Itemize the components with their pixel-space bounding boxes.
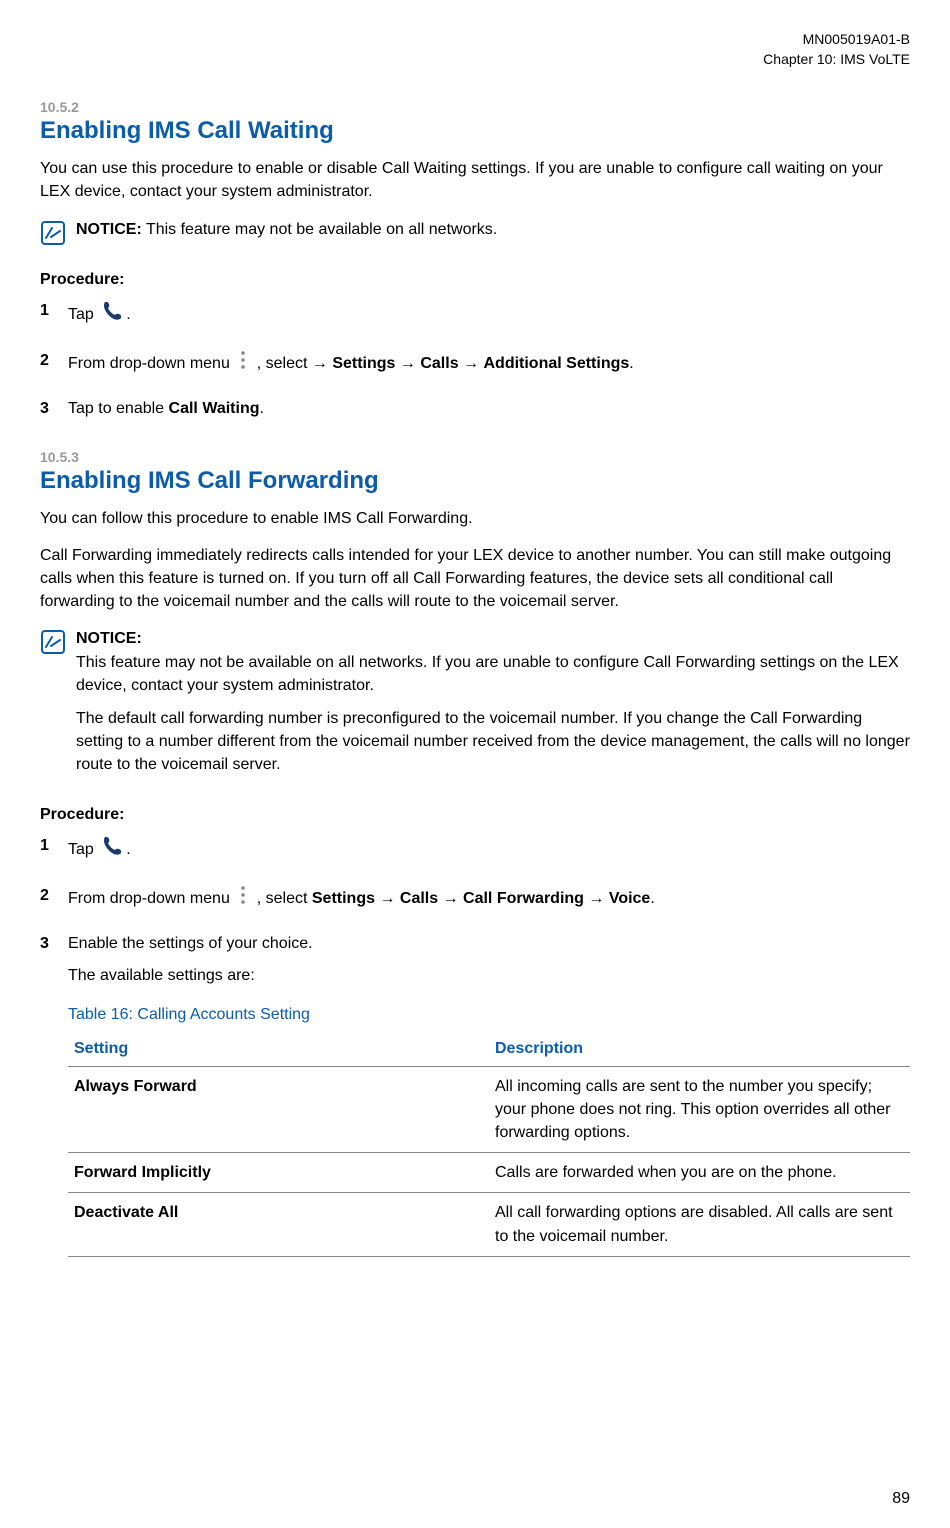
- table-caption: Table 16: Calling Accounts Setting: [68, 1006, 910, 1024]
- table-header-description: Description: [489, 1032, 910, 1067]
- procedure-list-2: 1 Tap . 2 From drop-down menu , select S…: [40, 834, 910, 987]
- section-heading-2: Enabling IMS Call Forwarding: [40, 467, 910, 495]
- notice-label: NOTICE:: [76, 630, 142, 647]
- proc-step-1: 1 Tap .: [40, 299, 910, 331]
- phone-icon: [100, 299, 124, 331]
- notice-icon: [40, 629, 66, 660]
- intro-text-2a: You can follow this procedure to enable …: [40, 507, 910, 530]
- proc-step-3-sub: The available settings are:: [68, 964, 910, 987]
- notice-block-1: NOTICE: This feature may not be availabl…: [40, 218, 910, 251]
- table-header-setting: Setting: [68, 1032, 489, 1067]
- overflow-menu-icon: [236, 349, 250, 379]
- procedure-label-1: Procedure:: [40, 271, 910, 289]
- intro-text-2b: Call Forwarding immediately redirects ca…: [40, 544, 910, 614]
- notice-text: This feature may not be available on all…: [142, 221, 497, 238]
- notice-label: NOTICE:: [76, 221, 142, 238]
- procedure-label-2: Procedure:: [40, 806, 910, 824]
- proc-step-3b: 3 Enable the settings of your choice. Th…: [40, 932, 910, 987]
- table-row: Forward Implicitly Calls are forwarded w…: [68, 1153, 910, 1193]
- proc-step-3: 3 Tap to enable Call Waiting.: [40, 397, 910, 421]
- proc-step-1b: 1 Tap .: [40, 834, 910, 866]
- notice-icon: [40, 220, 66, 251]
- table-row: Deactivate All All call forwarding optio…: [68, 1193, 910, 1256]
- section-number-2: 10.5.3: [40, 449, 910, 465]
- proc-step-2b: 2 From drop-down menu , select Settings …: [40, 884, 910, 914]
- overflow-menu-icon: [236, 884, 250, 914]
- section-heading-1: Enabling IMS Call Waiting: [40, 117, 910, 145]
- doc-header: MN005019A01-B Chapter 10: IMS VoLTE: [40, 30, 910, 69]
- notice-p2: The default call forwarding number is pr…: [76, 707, 910, 777]
- table-row: Always Forward All incoming calls are se…: [68, 1066, 910, 1153]
- settings-table: Setting Description Always Forward All i…: [68, 1032, 910, 1257]
- chapter-label: Chapter 10: IMS VoLTE: [40, 50, 910, 70]
- page-number: 89: [892, 1490, 910, 1508]
- doc-id: MN005019A01-B: [40, 30, 910, 50]
- notice-p1: This feature may not be available on all…: [76, 654, 899, 694]
- phone-icon: [100, 834, 124, 866]
- intro-text-1: You can use this procedure to enable or …: [40, 157, 910, 203]
- notice-block-2: NOTICE: This feature may not be available…: [40, 627, 910, 786]
- proc-step-2: 2 From drop-down menu , select → Setting…: [40, 349, 910, 379]
- procedure-list-1: 1 Tap . 2 From drop-down menu , select →…: [40, 299, 910, 421]
- section-number-1: 10.5.2: [40, 99, 910, 115]
